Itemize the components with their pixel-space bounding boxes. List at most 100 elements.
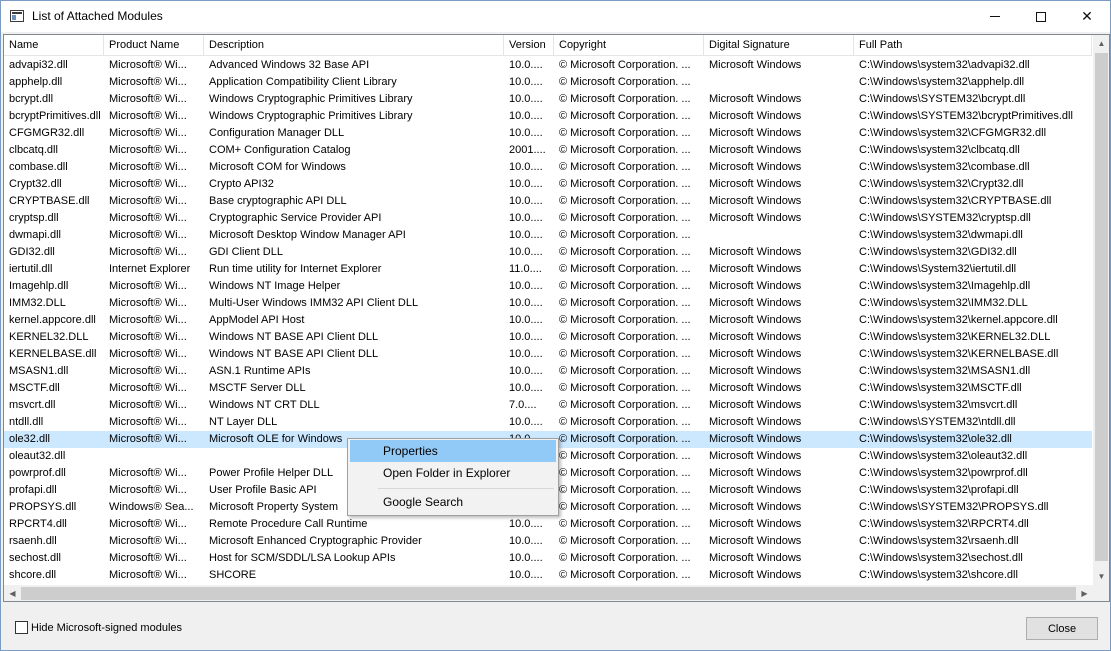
cell-digital-signature: Microsoft Windows bbox=[709, 467, 802, 479]
cell-copyright: © Microsoft Corporation. ... bbox=[559, 552, 691, 564]
table-row[interactable]: Crypt32.dll Microsoft® Wi... Crypto API32 1… bbox=[4, 176, 1092, 193]
cell-copyright: © Microsoft Corporation. ... bbox=[559, 280, 691, 292]
vertical-scroll-thumb[interactable] bbox=[1095, 53, 1108, 561]
table-row[interactable]: CFGMGR32.dll Microsoft® Wi... Configuratio… bbox=[4, 125, 1092, 142]
cell-copyright: © Microsoft Corporation. ... bbox=[559, 314, 691, 326]
table-row[interactable]: sechost.dll Microsoft® Wi... Host for SCM/… bbox=[4, 550, 1092, 567]
cell-copyright: © Microsoft Corporation. ... bbox=[559, 331, 691, 343]
cell-digital-signature: Microsoft Windows bbox=[709, 59, 802, 71]
table-row[interactable]: shcore.dll Microsoft® Wi... SHCORE 10.0....… bbox=[4, 567, 1092, 584]
table-row[interactable]: iertutil.dll Internet Explorer Run time ut… bbox=[4, 261, 1092, 278]
cell-product-name: Microsoft® Wi... bbox=[109, 348, 187, 360]
cell-description: Microsoft Desktop Window Manager API bbox=[209, 229, 406, 241]
menu-item-properties[interactable]: Properties bbox=[350, 440, 556, 462]
cell-product-name: Microsoft® Wi... bbox=[109, 433, 187, 445]
vertical-scrollbar[interactable]: ▲ ▼ bbox=[1093, 35, 1109, 585]
column-header-digital-signature[interactable]: Digital Signature bbox=[704, 35, 854, 56]
modules-window: List of Attached Modules ✕ Name Product N… bbox=[0, 0, 1111, 651]
table-row[interactable]: clbcatq.dll Microsoft® Wi... COM+ Configur… bbox=[4, 142, 1092, 159]
cell-digital-signature: Microsoft Windows bbox=[709, 127, 802, 139]
cell-version: 10.0.... bbox=[509, 518, 543, 530]
menu-item-open-folder[interactable]: Open Folder in Explorer bbox=[350, 462, 556, 484]
title-bar[interactable]: List of Attached Modules ✕ bbox=[1, 1, 1110, 32]
column-header-product-name[interactable]: Product Name bbox=[104, 35, 204, 56]
table-row[interactable]: MSCTF.dll Microsoft® Wi... MSCTF Server DL… bbox=[4, 380, 1092, 397]
cell-version: 10.0.... bbox=[509, 569, 543, 581]
cell-product-name: Microsoft® Wi... bbox=[109, 467, 187, 479]
cell-digital-signature: Microsoft Windows bbox=[709, 433, 802, 445]
table-row[interactable]: bcrypt.dll Microsoft® Wi... Windows Crypto… bbox=[4, 91, 1092, 108]
table-row[interactable]: ntdll.dll Microsoft® Wi... NT Layer DLL 10.… bbox=[4, 414, 1092, 431]
column-header-full-path[interactable]: Full Path bbox=[854, 35, 1092, 56]
cell-version: 2001.... bbox=[509, 144, 546, 156]
cell-description: Windows Cryptographic Primitives Library bbox=[209, 93, 413, 105]
cell-copyright: © Microsoft Corporation. ... bbox=[559, 144, 691, 156]
cell-product-name: Microsoft® Wi... bbox=[109, 110, 187, 122]
horizontal-scroll-thumb[interactable] bbox=[21, 587, 1076, 600]
table-row[interactable]: MSASN1.dll Microsoft® Wi... ASN.1 Runtime … bbox=[4, 363, 1092, 380]
cell-full-path: C:\Windows\system32\ole32.dll bbox=[859, 433, 1012, 445]
menu-item-google-search[interactable]: Google Search bbox=[350, 491, 556, 513]
cell-digital-signature: Microsoft Windows bbox=[709, 263, 802, 275]
cell-description: Remote Procedure Call Runtime bbox=[209, 518, 368, 530]
cell-name: CRYPTBASE.dll bbox=[9, 195, 90, 207]
column-header-description[interactable]: Description bbox=[204, 35, 504, 56]
table-row[interactable]: CRYPTBASE.dll Microsoft® Wi... Base crypto… bbox=[4, 193, 1092, 210]
minimize-button[interactable] bbox=[972, 1, 1018, 32]
table-row[interactable]: GDI32.dll Microsoft® Wi... GDI Client DLL 1… bbox=[4, 244, 1092, 261]
cell-description: Cryptographic Service Provider API bbox=[209, 212, 382, 224]
column-header-copyright[interactable]: Copyright bbox=[554, 35, 704, 56]
cell-digital-signature: Microsoft Windows bbox=[709, 535, 802, 547]
cell-product-name: Microsoft® Wi... bbox=[109, 382, 187, 394]
cell-version: 10.0.... bbox=[509, 416, 543, 428]
cell-description: COM+ Configuration Catalog bbox=[209, 144, 351, 156]
scroll-right-icon[interactable]: ▶ bbox=[1076, 585, 1093, 601]
hide-signed-label: Hide Microsoft-signed modules bbox=[31, 621, 183, 634]
table-row[interactable]: rsaenh.dll Microsoft® Wi... Microsoft Enha… bbox=[4, 533, 1092, 550]
cell-product-name: Microsoft® Wi... bbox=[109, 518, 187, 530]
table-row[interactable]: bcryptPrimitives.dll Microsoft® Wi... Wind… bbox=[4, 108, 1092, 125]
table-row[interactable]: IMM32.DLL Microsoft® Wi... Multi-User Wind… bbox=[4, 295, 1092, 312]
table-row[interactable]: dwmapi.dll Microsoft® Wi... Microsoft Desk… bbox=[4, 227, 1092, 244]
maximize-button[interactable] bbox=[1018, 1, 1064, 32]
table-row[interactable]: kernel.appcore.dll Microsoft® Wi... AppMod… bbox=[4, 312, 1092, 329]
cell-product-name: Microsoft® Wi... bbox=[109, 314, 187, 326]
table-row[interactable]: combase.dll Microsoft® Wi... Microsoft COM… bbox=[4, 159, 1092, 176]
cell-product-name bbox=[104, 448, 204, 465]
cell-full-path: C:\Windows\system32\clbcatq.dll bbox=[859, 144, 1020, 156]
cell-version: 10.0.... bbox=[509, 552, 543, 564]
cell-description: SHCORE bbox=[209, 569, 257, 581]
cell-full-path: C:\Windows\system32\oleaut32.dll bbox=[859, 450, 1028, 462]
column-header-version[interactable]: Version bbox=[504, 35, 554, 56]
horizontal-scrollbar[interactable]: ◀ ▶ bbox=[4, 585, 1093, 601]
table-row[interactable]: cryptsp.dll Microsoft® Wi... Cryptographic… bbox=[4, 210, 1092, 227]
scroll-down-icon[interactable]: ▼ bbox=[1093, 568, 1109, 585]
column-header-name[interactable]: Name bbox=[4, 35, 104, 56]
table-row[interactable]: Imagehlp.dll Microsoft® Wi... Windows NT I… bbox=[4, 278, 1092, 295]
close-window-button[interactable]: ✕ bbox=[1064, 1, 1110, 32]
cell-full-path: C:\Windows\system32\MSASN1.dll bbox=[859, 365, 1031, 377]
hide-signed-toggle[interactable]: Hide Microsoft-signed modules bbox=[15, 621, 182, 634]
table-row[interactable]: RPCRT4.dll Microsoft® Wi... Remote Procedu… bbox=[4, 516, 1092, 533]
cell-version: 10.0.... bbox=[509, 365, 543, 377]
scroll-up-icon[interactable]: ▲ bbox=[1093, 35, 1109, 52]
scroll-left-icon[interactable]: ◀ bbox=[4, 585, 21, 601]
cell-description: Windows NT BASE API Client DLL bbox=[209, 331, 379, 343]
table-row[interactable]: KERNEL32.DLL Microsoft® Wi... Windows NT B… bbox=[4, 329, 1092, 346]
hide-signed-checkbox[interactable] bbox=[15, 621, 28, 634]
cell-description: Run time utility for Internet Explorer bbox=[209, 263, 382, 275]
table-row[interactable]: apphelp.dll Microsoft® Wi... Application C… bbox=[4, 74, 1092, 91]
cell-full-path: C:\Windows\system32\advapi32.dll bbox=[859, 59, 1030, 71]
cell-digital-signature: Microsoft Windows bbox=[709, 484, 802, 496]
modules-list[interactable]: Name Product Name Description Version Copyri… bbox=[3, 34, 1110, 602]
cell-product-name: Windows® Sea... bbox=[109, 501, 194, 513]
cell-name: shcore.dll bbox=[9, 569, 57, 581]
cell-full-path: C:\Windows\system32\combase.dll bbox=[859, 161, 1030, 173]
table-row[interactable]: KERNELBASE.dll Microsoft® Wi... Windows NT… bbox=[4, 346, 1092, 363]
table-row[interactable]: advapi32.dll Microsoft® Wi... Advanced Win… bbox=[4, 57, 1092, 74]
cell-product-name: Microsoft® Wi... bbox=[109, 399, 187, 411]
close-button[interactable]: Close bbox=[1026, 617, 1098, 640]
cell-digital-signature: Microsoft Windows bbox=[709, 246, 802, 258]
cell-digital-signature: Microsoft Windows bbox=[709, 178, 802, 190]
table-row[interactable]: msvcrt.dll Microsoft® Wi... Windows NT CRT… bbox=[4, 397, 1092, 414]
